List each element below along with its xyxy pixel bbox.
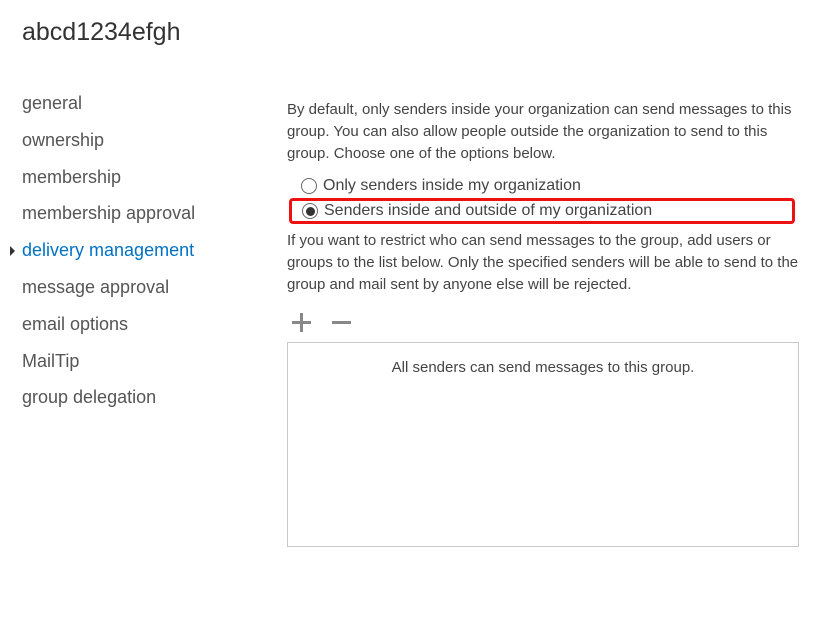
radio-icon [302,203,318,219]
radio-label: Senders inside and outside of my organiz… [324,202,652,220]
radio-label: Only senders inside my organization [323,177,581,195]
radio-inside-outside[interactable]: Senders inside and outside of my organiz… [289,198,795,224]
sidebar-item-membership[interactable]: membership [22,159,247,196]
sidebar-item-mailtip[interactable]: MailTip [22,343,247,380]
sidebar-item-label: delivery management [22,240,194,260]
sidebar-item-email-options[interactable]: email options [22,306,247,343]
sidebar-item-group-delegation[interactable]: group delegation [22,379,247,416]
sidebar-nav: general ownership membership membership … [22,85,247,547]
page-title: abcd1234efgh [22,18,799,47]
intro-text: By default, only senders inside your org… [287,99,799,164]
radio-icon [301,178,317,194]
restrict-text: If you want to restrict who can send mes… [287,230,799,295]
plus-icon [289,310,313,334]
sidebar-item-ownership[interactable]: ownership [22,122,247,159]
caret-right-icon [10,246,15,256]
minus-icon [329,310,353,334]
sidebar-item-membership-approval[interactable]: membership approval [22,195,247,232]
sidebar-item-delivery-management[interactable]: delivery management [22,232,247,269]
sender-options-group: Only senders inside my organization Send… [295,174,799,224]
main-panel: By default, only senders inside your org… [287,85,799,547]
allowed-senders-listbox[interactable]: All senders can send messages to this gr… [287,342,799,547]
sidebar-item-message-approval[interactable]: message approval [22,269,247,306]
add-sender-button[interactable] [287,308,315,336]
remove-sender-button[interactable] [327,308,355,336]
senders-toolbar [287,308,799,336]
content-wrap: general ownership membership membership … [22,85,799,547]
sidebar-item-general[interactable]: general [22,85,247,122]
listbox-empty-text: All senders can send messages to this gr… [392,359,695,376]
radio-inside-only[interactable]: Only senders inside my organization [295,174,799,198]
